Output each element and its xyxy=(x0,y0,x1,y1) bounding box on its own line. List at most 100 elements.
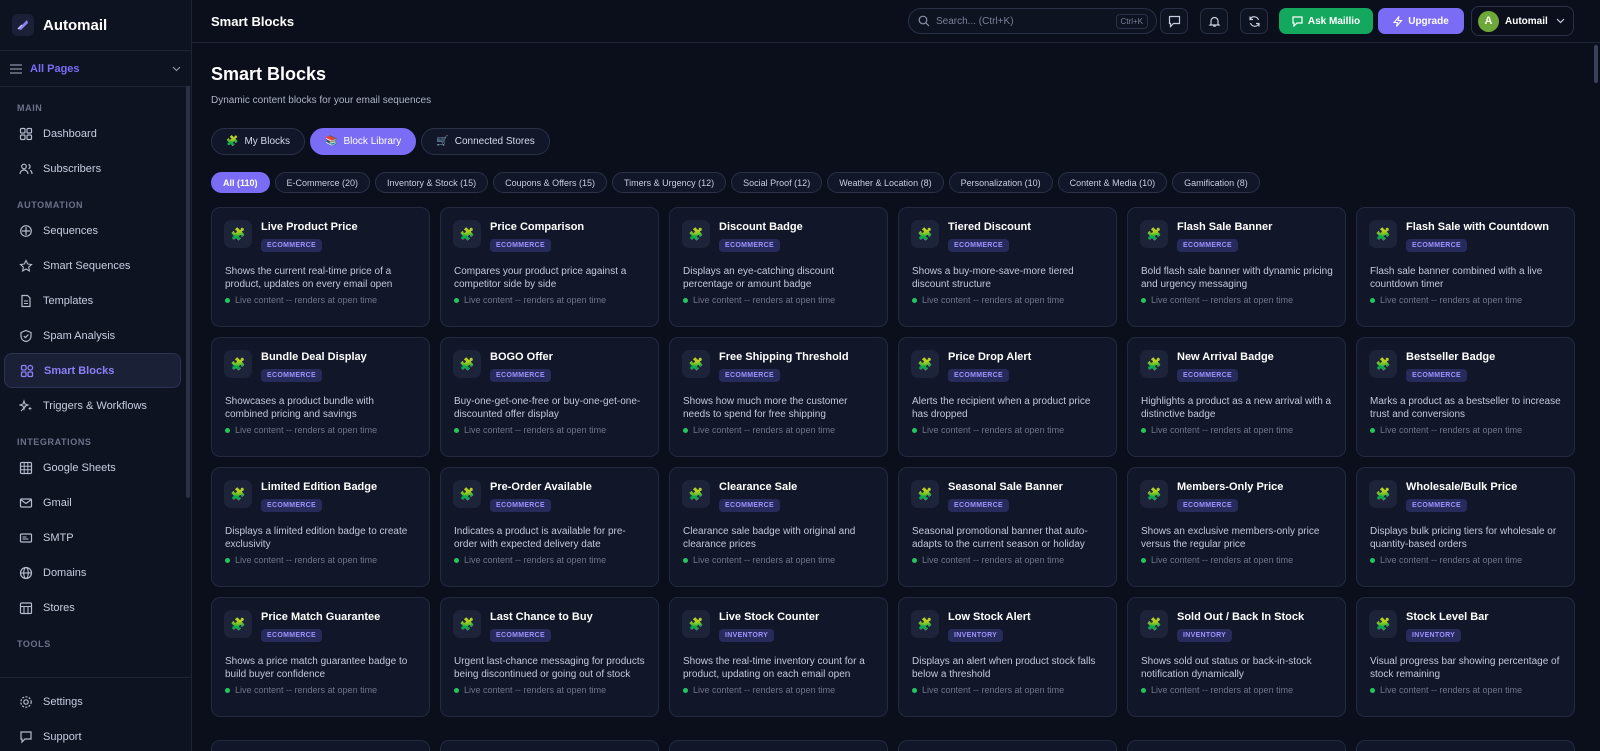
block-card[interactable]: 🧩 Price Match Guarantee ECOMMERCE Shows a p… xyxy=(211,597,430,717)
sidebar-item-dashboard[interactable]: Dashboard xyxy=(4,116,181,151)
sidebar-item-google-sheets[interactable]: Google Sheets xyxy=(4,450,181,485)
block-card[interactable]: 🧩 Bestseller Badge ECOMMERCE Marks a produc… xyxy=(1356,337,1575,457)
sidebar-item-label: Support xyxy=(43,730,82,743)
refresh-button[interactable] xyxy=(1240,8,1268,34)
live-dot-icon xyxy=(225,297,230,303)
puzzle-icon: 🧩 xyxy=(682,610,710,638)
main-scrollbar[interactable] xyxy=(1592,45,1600,751)
ask-maillio-button[interactable]: Ask Maillio xyxy=(1279,8,1373,34)
block-card[interactable]: 🧩 Price Drop Alert ECOMMERCE Alerts the rec… xyxy=(898,337,1117,457)
filter-chip[interactable]: E-Commerce (20) xyxy=(274,172,371,193)
sidebar-item-label: Smart Sequences xyxy=(43,259,131,272)
tab-my-blocks[interactable]: 🧩 My Blocks xyxy=(211,128,306,155)
filter-chip[interactable]: Gamification (8) xyxy=(1172,172,1260,193)
block-grid: 🧩 Live Product Price ECOMMERCE Shows the cu… xyxy=(211,207,1575,717)
block-card[interactable]: 🧩 BOGO Offer ECOMMERCE Buy-one-get-one-free… xyxy=(440,337,659,457)
topbar-title: Smart Blocks xyxy=(211,13,295,29)
sidebar-item-sequences[interactable]: Sequences xyxy=(4,213,181,248)
category-badge: INVENTORY xyxy=(1406,629,1462,642)
card-partial[interactable] xyxy=(1127,740,1346,751)
store-icon xyxy=(18,600,34,616)
filter-chip[interactable]: Social Proof (12) xyxy=(731,172,823,193)
block-card[interactable]: 🧩 Live Stock Counter INVENTORY Shows the re… xyxy=(669,597,888,717)
sidebar-item-stores[interactable]: Stores xyxy=(4,590,181,625)
category-badge: ECOMMERCE xyxy=(719,369,780,382)
live-text: Live content -- renders at open time xyxy=(235,685,378,695)
page-selector-label: All Pages xyxy=(30,62,80,75)
filter-chip[interactable]: Weather & Location (8) xyxy=(827,172,944,193)
sidebar-item-smart-sequences[interactable]: Smart Sequences xyxy=(4,248,181,283)
block-card[interactable]: 🧩 Sold Out / Back In Stock INVENTORY Shows … xyxy=(1127,597,1346,717)
block-card[interactable]: 🧩 Pre-Order Available ECOMMERCE Indicates a… xyxy=(440,467,659,587)
sidebar-item-gmail[interactable]: Gmail xyxy=(4,485,181,520)
filter-chip[interactable]: Coupons & Offers (15) xyxy=(493,172,607,193)
live-indicator: Live content -- renders at open time xyxy=(683,425,835,435)
block-card[interactable]: 🧩 Clearance Sale ECOMMERCE Clearance sale b… xyxy=(669,467,888,587)
sidebar-item-smtp[interactable]: SMTP xyxy=(4,520,181,555)
sidebar-item-subscribers[interactable]: Subscribers xyxy=(4,151,181,186)
block-card[interactable]: 🧩 Low Stock Alert INVENTORY Displays an ale… xyxy=(898,597,1117,717)
tab-connected-stores[interactable]: 🛒 Connected Stores xyxy=(421,128,550,155)
live-indicator: Live content -- renders at open time xyxy=(225,295,377,305)
block-card[interactable]: 🧩 Stock Level Bar INVENTORY Visual progress… xyxy=(1356,597,1575,717)
page-selector[interactable]: All Pages xyxy=(0,51,191,87)
block-card[interactable]: 🧩 Price Comparison ECOMMERCE Compares your … xyxy=(440,207,659,327)
tab-block-library[interactable]: 📚 Block Library xyxy=(310,128,417,155)
filter-chip[interactable]: Timers & Urgency (12) xyxy=(611,172,727,193)
notifications-button[interactable] xyxy=(1200,8,1228,34)
card-partial[interactable] xyxy=(898,740,1117,751)
block-card[interactable]: 🧩 Last Chance to Buy ECOMMERCE Urgent last-… xyxy=(440,597,659,717)
sidebar-item-templates[interactable]: Templates xyxy=(4,283,181,318)
live-indicator: Live content -- renders at open time xyxy=(1370,295,1522,305)
section-label: MAIN xyxy=(17,102,43,113)
card-title: Flash Sale Banner xyxy=(1177,221,1273,233)
sidebar-scrollbar[interactable] xyxy=(186,86,190,498)
filter-chip[interactable]: Personalization (10) xyxy=(948,172,1053,193)
user-menu[interactable]: A Automail xyxy=(1471,6,1574,36)
filter-chip[interactable]: All (110) xyxy=(211,172,270,193)
block-card[interactable]: 🧩 Flash Sale Banner ECOMMERCE Bold flash sa… xyxy=(1127,207,1346,327)
block-card[interactable]: 🧩 Members-Only Price ECOMMERCE Shows an exc… xyxy=(1127,467,1346,587)
brand[interactable]: Automail xyxy=(0,0,191,51)
tab-label: Connected Stores xyxy=(454,136,535,147)
sidebar-item-domains[interactable]: Domains xyxy=(4,555,181,590)
sidebar-item-spam-analysis[interactable]: Spam Analysis xyxy=(4,318,181,353)
filter-chip[interactable]: Inventory & Stock (15) xyxy=(375,172,489,193)
puzzle-icon: 🧩 xyxy=(224,480,252,508)
block-card[interactable]: 🧩 Live Product Price ECOMMERCE Shows the cu… xyxy=(211,207,430,327)
card-partial[interactable] xyxy=(211,740,430,751)
bell-icon xyxy=(1208,16,1220,27)
card-title: Free Shipping Threshold xyxy=(719,351,849,363)
puzzle-icon: 🧩 xyxy=(1140,480,1168,508)
sidebar-item-triggers-workflows[interactable]: Triggers & Workflows xyxy=(4,388,181,423)
card-description: Shows how much more the customer needs t… xyxy=(683,396,848,420)
block-card[interactable]: 🧩 Flash Sale with Countdown ECOMMERCE Flash… xyxy=(1356,207,1575,327)
block-card[interactable]: 🧩 Tiered Discount ECOMMERCE Shows a buy-mor… xyxy=(898,207,1117,327)
card-partial[interactable] xyxy=(440,740,659,751)
live-indicator: Live content -- renders at open time xyxy=(1141,295,1293,305)
card-title: Price Match Guarantee xyxy=(261,611,381,623)
live-text: Live content -- renders at open time xyxy=(1151,295,1294,305)
live-text: Live content -- renders at open time xyxy=(922,295,1065,305)
category-badge: ECOMMERCE xyxy=(490,239,551,252)
block-card[interactable]: 🧩 Limited Edition Badge ECOMMERCE Displays … xyxy=(211,467,430,587)
block-card[interactable]: 🧩 Seasonal Sale Banner ECOMMERCE Seasonal p… xyxy=(898,467,1117,587)
live-text: Live content -- renders at open time xyxy=(464,555,607,565)
filter-chip[interactable]: Content & Media (10) xyxy=(1057,172,1168,193)
block-card[interactable]: 🧩 Wholesale/Bulk Price ECOMMERCE Displays b… xyxy=(1356,467,1575,587)
sidebar-item-settings[interactable]: Settings xyxy=(4,684,181,719)
block-card[interactable]: 🧩 Discount Badge ECOMMERCE Displays an eye-… xyxy=(669,207,888,327)
page-title: Smart Blocks xyxy=(211,64,327,84)
card-partial[interactable] xyxy=(1356,740,1575,751)
live-indicator: Live content -- renders at open time xyxy=(683,685,835,695)
search-input[interactable]: Search... (Ctrl+K) Ctrl+K xyxy=(908,8,1157,34)
sidebar-item-label: Smart Blocks xyxy=(44,364,115,377)
block-card[interactable]: 🧩 Free Shipping Threshold ECOMMERCE Shows h… xyxy=(669,337,888,457)
messages-button[interactable] xyxy=(1160,8,1188,34)
sidebar-item-smart-blocks[interactable]: Smart Blocks xyxy=(4,353,181,388)
card-partial[interactable] xyxy=(669,740,888,751)
upgrade-button[interactable]: Upgrade xyxy=(1378,8,1464,34)
sidebar-item-support[interactable]: Support xyxy=(4,719,181,751)
block-card[interactable]: 🧩 Bundle Deal Display ECOMMERCE Showcases a… xyxy=(211,337,430,457)
block-card[interactable]: 🧩 New Arrival Badge ECOMMERCE Highlights a … xyxy=(1127,337,1346,457)
